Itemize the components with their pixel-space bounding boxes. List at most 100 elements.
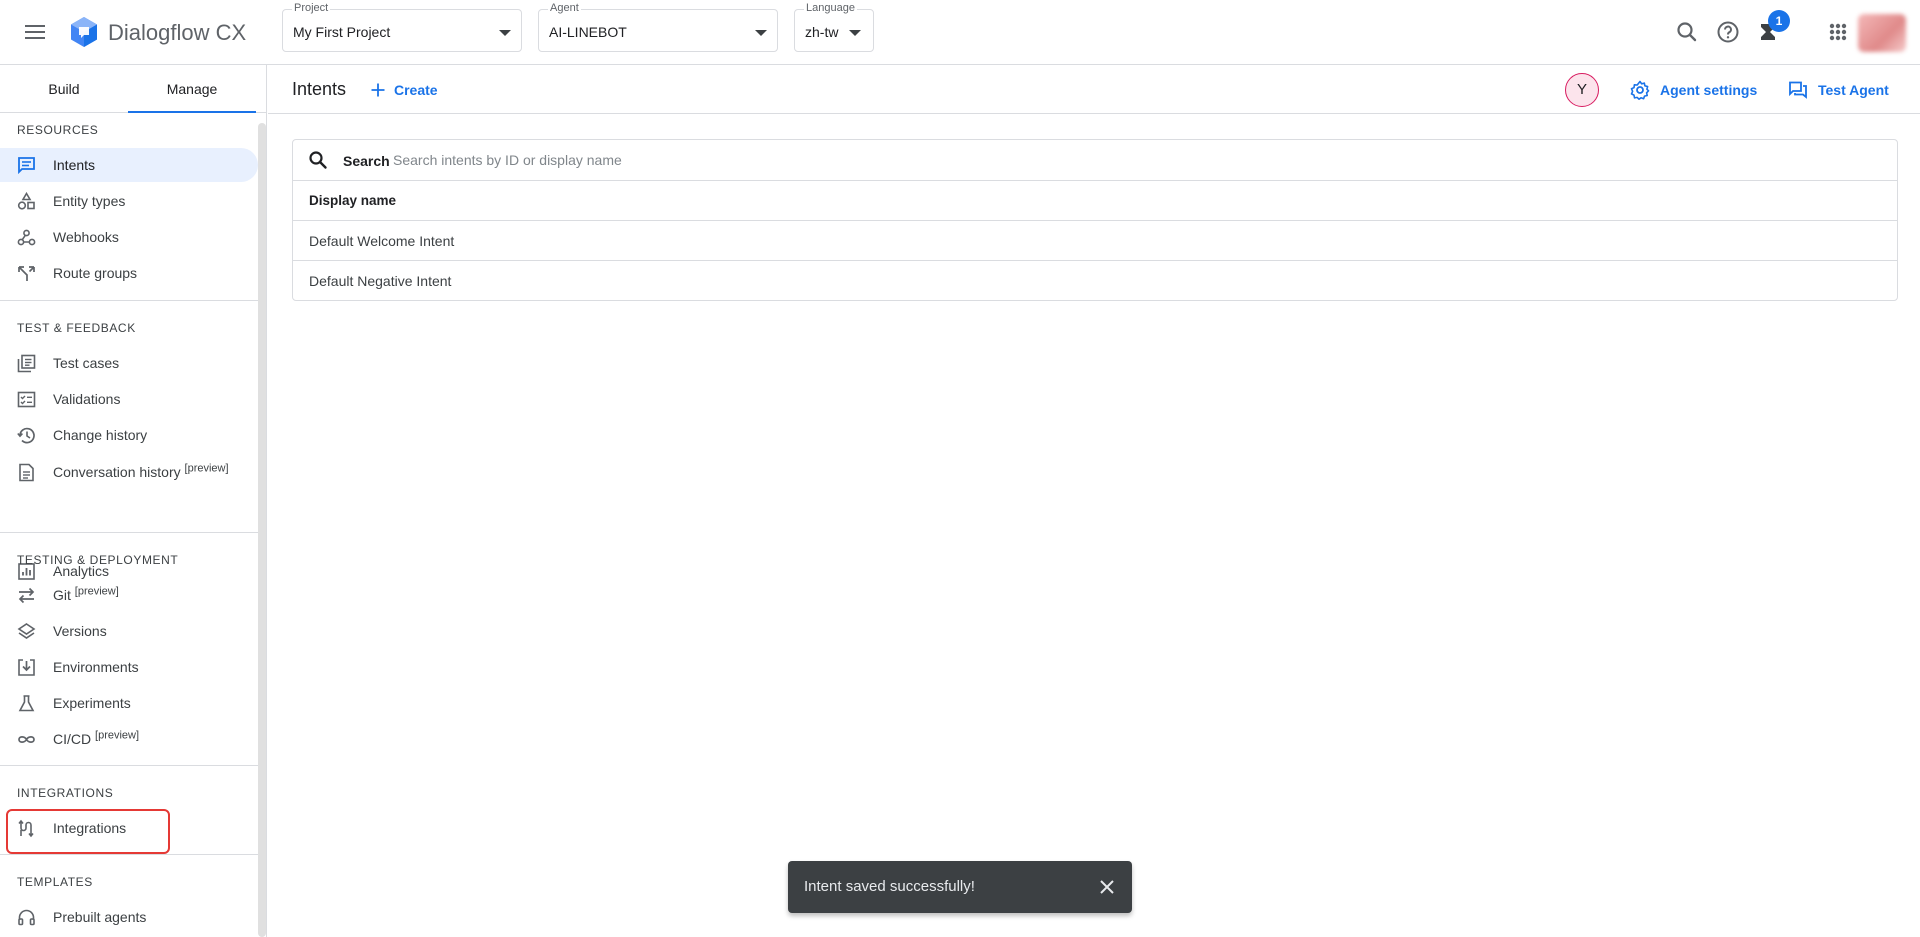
section-title-templates: TEMPLATES [17,875,93,889]
sidebar-item-label: Integrations [53,820,127,836]
snackbar: Intent saved successfully! [788,861,1132,913]
table-header-row: Display name [293,181,1897,221]
sidebar-item-route-groups[interactable]: Route groups [0,256,258,290]
sidebar-item-entity-types[interactable]: Entity types [0,184,258,218]
intents-table-card: Search Display name Default Welcome Inte… [292,139,1898,301]
sidebar-item-experiments[interactable]: Experiments [0,686,258,720]
flask-icon [17,694,36,713]
sidebar-item-validations[interactable]: Validations [0,382,258,416]
chevron-down-icon [755,30,767,36]
chat-icon [1788,80,1808,100]
create-button-label: Create [394,82,438,98]
table-row[interactable]: Default Negative Intent [293,261,1897,301]
chevron-down-icon [849,30,861,36]
main-header: Intents Create Y Agent settings Test Age… [268,65,1920,114]
search-icon[interactable] [1673,18,1701,46]
search-input[interactable] [393,148,1293,172]
section-title-integrations: INTEGRATIONS [17,786,114,800]
cicd-label: CI/CD [53,731,92,747]
route-fork-icon [17,264,36,283]
integrations-icon [17,819,36,838]
sidebar-item-webhooks[interactable]: Webhooks [0,220,258,254]
sidebar-divider [0,300,258,301]
search-icon [308,150,328,170]
shapes-icon [17,192,36,211]
column-header-display-name[interactable]: Display name [309,193,396,208]
intent-display-name: Default Welcome Intent [309,233,455,249]
sidebar-item-label: Intents [53,157,96,173]
chevron-down-icon [499,30,511,36]
snackbar-message: Intent saved successfully! [804,878,975,895]
close-icon[interactable] [1098,878,1116,896]
sidebar-item-label: Change history [53,427,148,443]
intent-icon [17,156,36,175]
sidebar: Build Manage RESOURCES Intents Entity ty… [0,65,267,937]
sidebar-item-git[interactable]: Git [preview] [0,578,258,612]
sidebar-item-label: Versions [53,623,107,639]
infinity-icon [17,730,36,749]
sidebar-item-test-cases[interactable]: Test cases [0,346,258,380]
sidebar-scrollbar[interactable] [258,123,266,937]
search-label: Search [343,153,390,169]
project-selector-label: Project [292,2,331,15]
project-selector-value: My First Project [293,24,391,40]
webhook-icon [17,228,36,247]
tab-manage[interactable]: Manage [128,65,256,113]
agent-selector[interactable]: Agent AI-LINEBOT [538,2,778,52]
help-icon[interactable] [1714,18,1742,46]
sidebar-item-label: Entity types [53,193,126,209]
agent-selector-value: AI-LINEBOT [549,24,627,40]
sidebar-item-label: Webhooks [53,229,119,245]
layers-icon [17,622,36,641]
sidebar-item-label: Experiments [53,695,131,711]
sidebar-divider [0,765,258,766]
search-bar: Search [293,140,1897,181]
sidebar-item-label: Git [preview] [53,585,119,603]
menu-icon[interactable] [21,20,49,44]
test-agent-button[interactable]: Test Agent [1788,78,1889,102]
language-selector[interactable]: Language zh-tw [794,2,874,52]
sidebar-item-integrations[interactable]: Integrations [0,811,258,845]
sidebar-divider [0,854,258,855]
sidebar-item-cicd[interactable]: CI/CD [preview] [0,722,258,756]
app-title: Dialogflow CX [108,20,247,45]
table-row[interactable]: Default Welcome Intent [293,221,1897,261]
project-selector[interactable]: Project My First Project [282,2,522,52]
sidebar-item-environments[interactable]: Environments [0,650,258,684]
section-title-testing-deployment: TESTING & DEPLOYMENT [17,553,179,567]
dialogflow-logo-icon [70,16,98,48]
language-selector-value: zh-tw [805,24,839,40]
section-title-resources: RESOURCES [17,123,99,137]
sidebar-item-label: Validations [53,391,121,407]
sidebar-item-label: Prebuilt agents [53,909,147,925]
user-avatar[interactable]: Y [1565,73,1599,107]
section-title-test-feedback: TEST & FEEDBACK [17,321,136,335]
page-title: Intents [292,79,347,99]
sidebar-item-label: Test cases [53,355,120,371]
tab-build[interactable]: Build [0,65,128,113]
language-selector-label: Language [804,2,857,15]
agent-selector-label: Agent [548,2,581,15]
top-app-bar: Dialogflow CX Project My First Project A… [0,0,1920,65]
account-avatar[interactable] [1858,14,1906,52]
sidebar-item-label: Environments [53,659,139,675]
conversation-history-label: Conversation history [53,464,181,480]
sidebar-item-conversation-history[interactable]: Conversation history [preview] [0,455,258,489]
apps-grid-icon[interactable] [1824,18,1852,46]
plus-icon [370,82,386,98]
validation-checklist-icon [17,390,36,409]
sidebar-tabs: Build Manage [0,65,266,113]
preview-tag: [preview] [95,729,140,742]
headset-icon [17,908,36,927]
sidebar-item-intents[interactable]: Intents [0,148,258,182]
sidebar-item-change-history[interactable]: Change history [0,418,258,452]
test-agent-label: Test Agent [1818,82,1889,98]
sidebar-item-versions[interactable]: Versions [0,614,258,648]
create-button[interactable]: Create [370,77,438,103]
agent-settings-button[interactable]: Agent settings [1630,78,1757,102]
download-box-icon [17,658,36,677]
sidebar-item-prebuilt-agents[interactable]: Prebuilt agents [0,900,258,934]
gear-icon [1630,80,1650,100]
intent-display-name: Default Negative Intent [309,273,452,289]
preview-tag: [preview] [74,585,119,598]
